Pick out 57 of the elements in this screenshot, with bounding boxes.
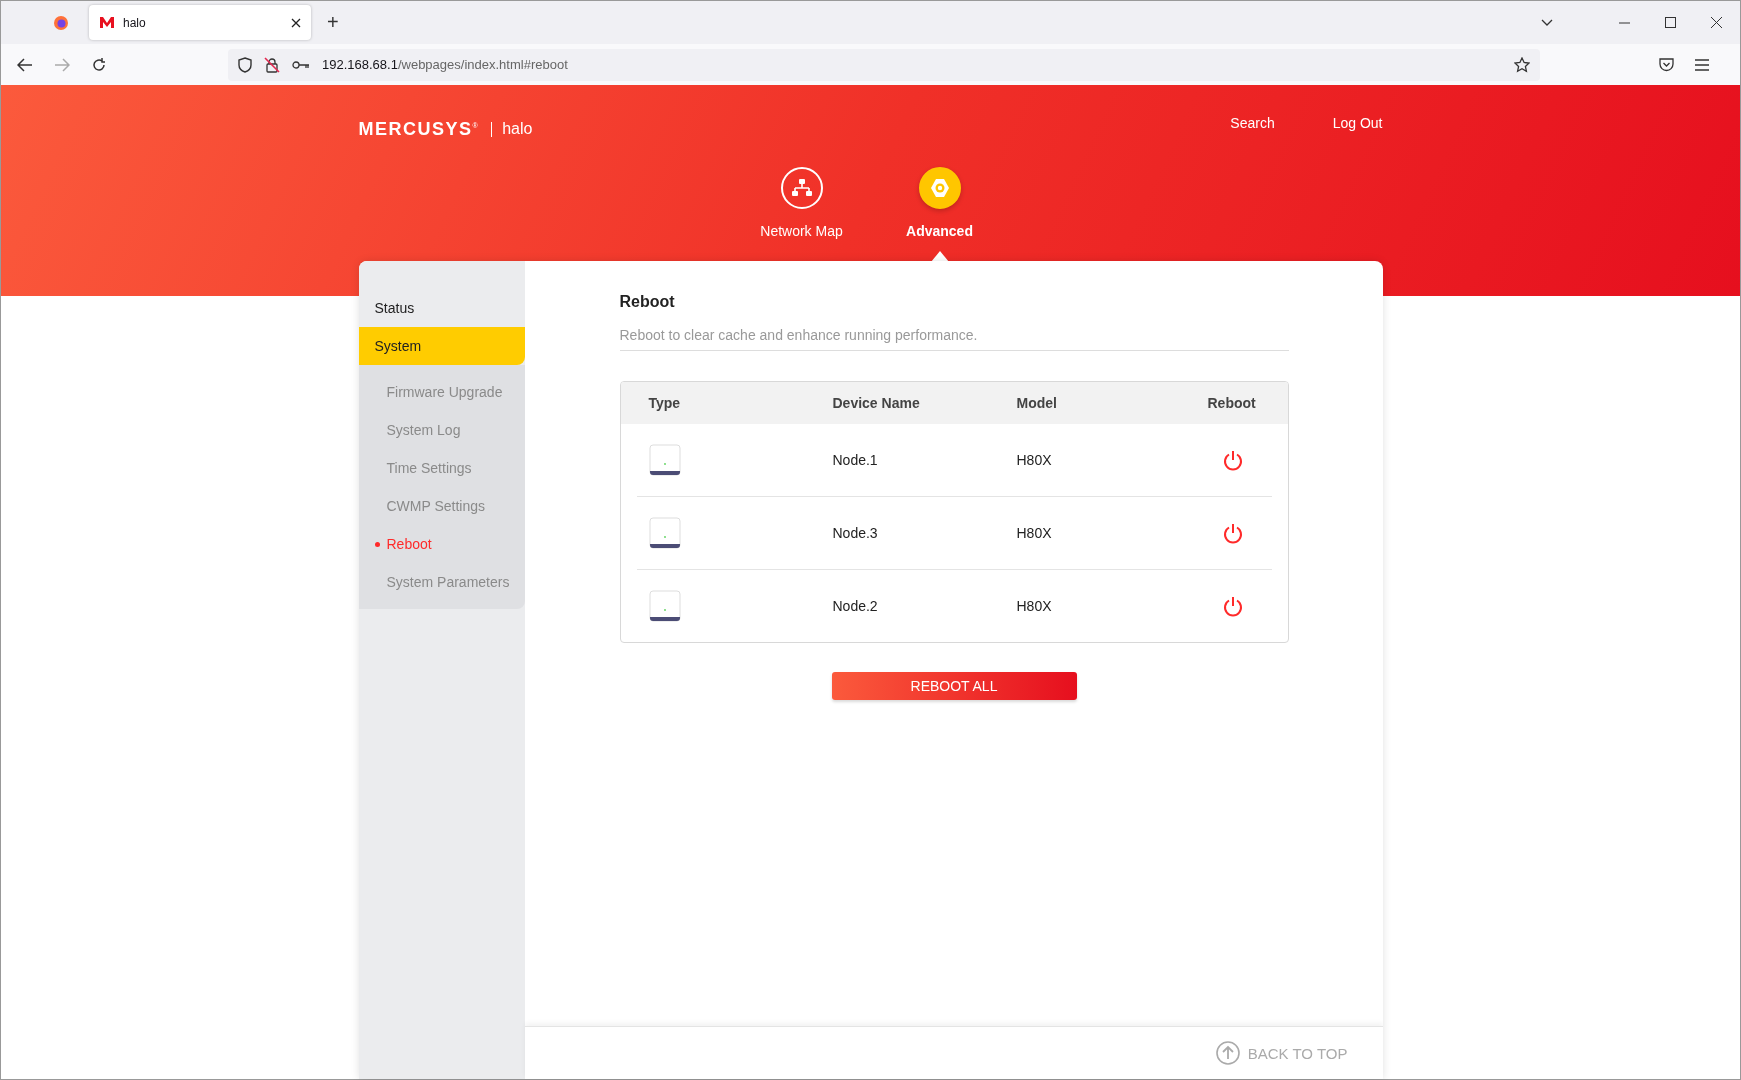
maximize-icon[interactable] [1665, 17, 1676, 28]
product-name: halo [502, 120, 533, 138]
column-header: Device Name [832, 395, 921, 411]
router-icon [648, 517, 681, 549]
back-to-top-link[interactable]: BACK TO TOP [1215, 1041, 1348, 1065]
back-arrow-icon[interactable] [17, 57, 33, 72]
browser-logo-icon [53, 14, 69, 31]
chevron-down-icon[interactable] [1541, 18, 1553, 27]
submenu-item[interactable]: System Parameters [358, 563, 525, 601]
page-title: Reboot [619, 293, 676, 311]
star-icon[interactable] [1514, 56, 1530, 73]
site-logo-icon [99, 16, 115, 29]
browser-tab[interactable]: halo [89, 5, 311, 40]
power-icon[interactable] [1222, 449, 1243, 471]
router-icon [648, 590, 681, 622]
table-cell-text: H80X [1016, 525, 1053, 541]
router-icon [648, 444, 681, 476]
brand-divider [491, 121, 493, 137]
insecure-lock-icon[interactable] [264, 56, 280, 73]
column-header: Model [1016, 395, 1058, 411]
nav-tab[interactable]: Network Map [760, 223, 843, 239]
submenu-item[interactable]: CWMP Settings [358, 487, 525, 525]
new-tab-button[interactable]: + [321, 11, 345, 34]
header-link[interactable]: Search [1230, 115, 1275, 131]
table-cell-text: H80X [1016, 598, 1053, 614]
brand-logo: MERCUSYS$^{®}$ [358, 118, 480, 140]
submenu-item[interactable]: Time Settings [358, 449, 525, 487]
column-header: Type [647, 395, 682, 411]
header-link[interactable]: Log Out [1332, 115, 1383, 131]
table-cell-text: H80X [1016, 452, 1053, 468]
sidebar-item[interactable]: System [358, 327, 525, 365]
address-bar[interactable]: 192.168.68.1/webpages/index.html#reboot [228, 48, 1540, 81]
url-text[interactable]: 192.168.68.1/webpages/index.html#reboot [322, 57, 568, 72]
tab-title: halo [123, 15, 147, 30]
sidebar-item[interactable]: Status [358, 289, 525, 327]
network-icon[interactable] [780, 167, 823, 209]
close-icon[interactable] [291, 17, 301, 28]
pocket-icon[interactable] [1659, 57, 1674, 72]
nav-tab[interactable]: Advanced [906, 223, 973, 239]
submenu-item[interactable]: Reboot [358, 525, 525, 563]
power-icon[interactable] [1222, 522, 1243, 544]
gear-icon[interactable] [918, 167, 961, 209]
power-icon[interactable] [1222, 595, 1243, 617]
table-cell-text: Node.3 [832, 525, 879, 541]
shield-icon[interactable] [238, 56, 252, 73]
arrow-up-circle-icon [1215, 1041, 1240, 1065]
page-description: Reboot to clear cache and enhance running performance. [619, 327, 1289, 351]
table-cell-text: Node.1 [832, 452, 879, 468]
submenu-item[interactable]: Firmware Upgrade [358, 373, 525, 411]
key-icon[interactable] [292, 59, 310, 70]
table-cell-text: Node.2 [832, 598, 879, 614]
submenu-item[interactable]: System Log [358, 411, 525, 449]
reboot-all-button[interactable]: REBOOT ALL [831, 672, 1077, 700]
column-header: Reboot [1207, 395, 1257, 411]
reload-icon[interactable] [91, 56, 107, 73]
menu-icon[interactable] [1695, 58, 1709, 71]
close-icon[interactable] [1711, 17, 1722, 28]
